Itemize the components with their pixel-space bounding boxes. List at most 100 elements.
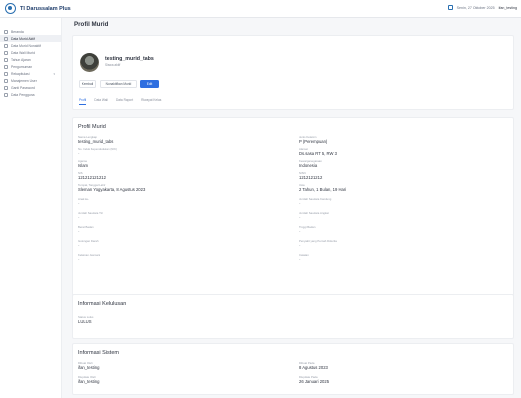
field-berat-badan: Berat Badan -	[78, 225, 278, 235]
field-value: 1212121212	[299, 175, 323, 181]
tab-profil[interactable]: Profil	[79, 98, 87, 105]
sidebar: Beranda Data Murid Aktif Data Murid Nona…	[0, 18, 62, 398]
field-diupdate-oleh: Diupdate Oleh ifan_testing	[78, 375, 278, 385]
field-penyakit: Penyakit yang Pernah Diderita -	[299, 239, 499, 249]
sidebar-item-label: Manajemen User	[11, 78, 37, 83]
field-tinggi-badan: Tinggi Badan -	[299, 225, 499, 235]
user-off-icon	[4, 43, 8, 48]
tab-data-wali[interactable]: Data Wali	[94, 98, 108, 105]
avatar	[80, 53, 99, 72]
field-nis: NIS 121212121212	[78, 171, 278, 181]
top-bar: TI Darussalam Plus Senin, 27 Oktober 202…	[0, 0, 521, 18]
field-kewarganegaraan: Kewarganegaraan Indonesia	[299, 159, 499, 169]
brand[interactable]: TI Darussalam Plus	[5, 3, 71, 14]
sidebar-item-label: Ganti Password	[11, 85, 35, 90]
field-value: -	[299, 201, 301, 207]
field-value: -	[299, 229, 301, 235]
sidebar-item-label: Data Wali Murid	[11, 50, 35, 55]
sidebar-item-data-wali-murid[interactable]: Data Wali Murid	[0, 49, 61, 56]
field-value: 2 Tahun, 1 Bulan, 19 Hari	[299, 187, 347, 193]
app-name: TI Darussalam Plus	[20, 5, 71, 12]
section-title: Profil Murid	[78, 124, 106, 130]
field-jenis-kelamin: Jenis Kelamin P (Perempuan)	[299, 135, 499, 145]
sidebar-item-label: Pengumuman	[11, 64, 33, 69]
sidebar-item-label: Tahun Ajaran	[11, 57, 31, 62]
field-alamat: Alamat Ds.sasa RT 5, RW 3	[299, 147, 499, 157]
sidebar-item-label: Rekapitulasi	[11, 71, 30, 76]
field-nama: Nama Lengkap testing_murid_tabs	[78, 135, 278, 145]
field-status-lulus: Status Lulus LULUS	[78, 315, 278, 325]
student-status: Siswa aktif	[105, 63, 121, 67]
sidebar-item-label: Data Murid Nonaktif	[11, 43, 41, 48]
field-value: 8 Agustus 2023	[299, 365, 328, 371]
sidebar-item-pengumuman[interactable]: Pengumuman	[0, 63, 61, 70]
database-icon	[4, 92, 8, 97]
user-cog-icon	[4, 78, 8, 83]
field-usia: Usia 2 Tahun, 1 Bulan, 19 Hari	[299, 183, 499, 193]
section-title: Informasi Sistem	[78, 350, 119, 356]
user-menu[interactable]: ifan_testing	[499, 6, 517, 10]
system-info-section: Informasi Sistem Dibuat Oleh ifan_testing…	[72, 343, 514, 395]
field-value: -	[78, 243, 80, 249]
users-icon	[4, 36, 8, 41]
field-nik: No. Induk Kependudukan (NIK) -	[78, 147, 278, 157]
field-value: ifan_testing	[78, 379, 100, 385]
report-icon	[4, 71, 8, 76]
field-anak-ke: Anak ke- -	[78, 197, 278, 207]
sidebar-item-tahun-ajaran[interactable]: Tahun Ajaran	[0, 56, 61, 63]
sidebar-item-data-murid-aktif[interactable]: Data Murid Aktif	[0, 35, 61, 42]
sidebar-item-beranda[interactable]: Beranda	[0, 28, 61, 35]
sidebar-item-label: Data Pengguna	[11, 92, 35, 97]
field-value: -	[78, 201, 80, 207]
student-name: testing_murid_tabs	[105, 56, 154, 62]
family-icon	[4, 50, 8, 55]
field-value: Islam	[78, 163, 89, 169]
current-date: Senin, 27 Oktober 2025	[456, 5, 495, 10]
field-saudara-kandung: Jumlah Saudara Kandung -	[299, 197, 499, 207]
tab-riwayat-kelas[interactable]: Riwayat Kelas	[141, 98, 161, 105]
chevron-down-icon: ▾	[53, 71, 55, 76]
school-logo-icon	[5, 3, 16, 14]
field-diupdate-pada: Diupdate Pada 26 Januari 2025	[299, 375, 499, 385]
page-title: Profil Murid	[74, 21, 109, 28]
sidebar-item-data-murid-nonaktif[interactable]: Data Murid Nonaktif	[0, 42, 61, 49]
tab-data-raport[interactable]: Data Raport	[116, 98, 133, 105]
field-value: -	[78, 151, 80, 157]
field-catatan: Catatan -	[299, 253, 499, 263]
deactivate-button[interactable]: Nonaktifkan Murid	[100, 80, 137, 88]
field-ttl: Tempat, Tanggal Lahir Sleman Yogyakarta, …	[78, 183, 278, 193]
graduation-section: Informasi Kelulusan Status Lulus LULUS	[72, 294, 514, 339]
sidebar-item-label: Beranda	[11, 29, 24, 34]
field-value: Indonesia	[299, 163, 318, 169]
field-dibuat-oleh: Dibuat Oleh ifan_testing	[78, 361, 278, 371]
field-agama: Agama Islam	[78, 159, 278, 169]
field-value: ifan_testing	[78, 365, 100, 371]
field-value: -	[299, 215, 301, 221]
back-button[interactable]: Kembali	[79, 80, 96, 88]
field-value: LULUS	[78, 319, 92, 325]
field-dibuat-pada: Dibuat Pada 8 Agustus 2023	[299, 361, 499, 371]
field-value: Ds.sasa RT 5, RW 3	[299, 151, 337, 157]
profile-header-card: testing_murid_tabs Siswa aktif Kembali N…	[72, 35, 514, 110]
field-saudara-tiri: Jumlah Saudara Tiri -	[78, 211, 278, 221]
profile-tabs: Profil Data Wali Data Raport Riwayat Kel…	[79, 98, 161, 105]
section-title: Informasi Kelulusan	[78, 301, 127, 307]
sidebar-item-ganti-password[interactable]: Ganti Password	[0, 84, 61, 91]
field-kelainan-jasmani: Kelainan Jasmani -	[78, 253, 278, 263]
sidebar-item-rekapitulasi[interactable]: Rekapitulasi ▾	[0, 70, 61, 77]
sidebar-item-manajemen-user[interactable]: Manajemen User	[0, 77, 61, 84]
calendar-icon	[447, 5, 453, 10]
field-value: -	[78, 229, 80, 235]
sidebar-item-data-pengguna[interactable]: Data Pengguna	[0, 91, 61, 98]
field-value: Sleman Yogyakarta, 8 Agustus 2023	[78, 187, 146, 193]
top-right-info: Senin, 27 Oktober 2025 ifan_testing	[447, 5, 517, 10]
field-value: testing_murid_tabs	[78, 139, 114, 145]
key-icon	[4, 85, 8, 90]
field-value: 121212121212	[78, 175, 106, 181]
main-content: Profil Murid testing_murid_tabs Siswa ak…	[62, 18, 521, 398]
field-value: -	[78, 215, 80, 221]
field-value: P (Perempuan)	[299, 139, 328, 145]
field-value: -	[299, 257, 301, 263]
sidebar-item-label: Data Murid Aktif	[11, 36, 35, 41]
edit-button[interactable]: Edit	[140, 80, 159, 88]
